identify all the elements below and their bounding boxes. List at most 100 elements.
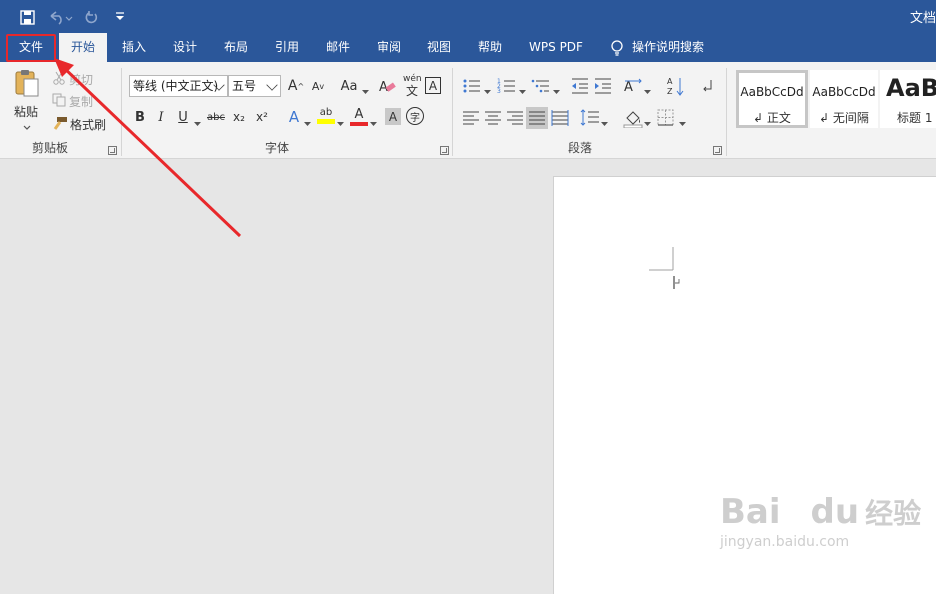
style-sample: AaB xyxy=(886,74,936,102)
paste-icon[interactable] xyxy=(12,68,42,98)
chevron-down-icon[interactable] xyxy=(304,116,311,126)
align-center-icon[interactable] xyxy=(484,110,502,126)
tab-view[interactable]: 视图 xyxy=(418,33,460,62)
chevron-down-icon[interactable] xyxy=(679,116,686,126)
align-right-icon[interactable] xyxy=(506,110,524,126)
paragraph-group-label: 段落 xyxy=(568,141,593,155)
format-painter-label[interactable]: 格式刷 xyxy=(70,116,106,133)
chevron-down-icon[interactable] xyxy=(370,116,377,126)
font-name-value: 等线 (中文正文) xyxy=(133,79,219,93)
customize-icon[interactable] xyxy=(112,7,128,27)
tab-file[interactable]: 文件 xyxy=(8,33,54,62)
title-bar: 文档 xyxy=(0,0,936,33)
grow-font-icon[interactable]: A ^ xyxy=(287,77,305,95)
tab-review[interactable]: 审阅 xyxy=(368,33,410,62)
superscript-button[interactable]: x² xyxy=(253,108,271,126)
style-normal[interactable]: AaBbCcDd ↲ 正文 xyxy=(736,70,808,128)
clipboard-group: 粘贴 剪切 复制 格式刷 剪贴板 xyxy=(0,62,120,159)
chevron-down-icon[interactable] xyxy=(337,116,344,126)
save-icon[interactable] xyxy=(17,7,37,27)
underline-button[interactable]: U xyxy=(176,108,190,126)
chevron-down-icon[interactable] xyxy=(362,84,369,94)
font-group-label: 字体 xyxy=(265,141,290,155)
justify-icon[interactable] xyxy=(526,107,548,129)
sort-icon[interactable]: AZ xyxy=(667,75,685,97)
format-painter-icon[interactable] xyxy=(52,116,68,130)
svg-text:A: A xyxy=(624,80,633,95)
chevron-down-icon[interactable] xyxy=(194,116,201,126)
scissors-icon[interactable] xyxy=(52,71,66,85)
borders-icon[interactable] xyxy=(657,109,674,126)
margin-corner-mark xyxy=(649,247,674,272)
highlight-color-icon[interactable]: ab xyxy=(317,107,335,127)
shading-icon[interactable] xyxy=(623,108,643,129)
baidu-watermark: Bai du 经验 jingyan.baidu.com xyxy=(720,492,921,550)
bold-button[interactable]: B xyxy=(132,108,148,126)
svg-text:Z: Z xyxy=(667,87,673,96)
document-title: 文档 xyxy=(909,11,936,26)
copy-label[interactable]: 复制 xyxy=(69,93,93,110)
distributed-icon[interactable] xyxy=(551,110,569,126)
tab-references[interactable]: 引用 xyxy=(266,33,308,62)
subscript-button[interactable]: x₂ xyxy=(230,108,248,126)
italic-button[interactable]: I xyxy=(154,108,168,126)
font-size-combo[interactable]: 五号 xyxy=(228,75,281,97)
paste-label[interactable]: 粘贴 xyxy=(14,103,38,120)
numbering-icon[interactable]: 123 xyxy=(497,77,517,95)
clipboard-group-label: 剪贴板 xyxy=(32,141,69,155)
paragraph-group: 123 A AZ 段落 xyxy=(453,62,725,159)
watermark-logo: Bai du 经验 xyxy=(720,492,922,532)
decrease-indent-icon[interactable] xyxy=(570,77,590,95)
font-name-combo[interactable]: 等线 (中文正文) xyxy=(129,75,228,97)
tab-wps-pdf[interactable]: WPS PDF xyxy=(521,33,591,62)
shrink-font-icon[interactable]: Av xyxy=(309,77,327,95)
lightbulb-icon xyxy=(609,39,625,57)
svg-text:A: A xyxy=(667,77,673,86)
font-launcher-icon[interactable] xyxy=(440,146,449,155)
chevron-down-icon[interactable] xyxy=(23,121,31,130)
tab-home[interactable]: 开始 xyxy=(59,33,107,62)
ribbon: 粘贴 剪切 复制 格式刷 剪贴板 等线 (中文正文) 五号 A ^ Av Aa … xyxy=(0,62,936,159)
tab-help[interactable]: 帮助 xyxy=(469,33,511,62)
align-left-icon[interactable] xyxy=(462,110,480,126)
clipboard-launcher-icon[interactable] xyxy=(108,146,117,155)
strikethrough-button[interactable]: abc xyxy=(205,108,227,126)
copy-icon[interactable] xyxy=(52,93,66,107)
style-name: ↲ 无间隔 xyxy=(819,111,869,125)
chevron-down-icon[interactable] xyxy=(553,84,560,94)
font-size-value: 五号 xyxy=(232,79,257,93)
redo-icon[interactable] xyxy=(82,7,100,27)
cut-label[interactable]: 剪切 xyxy=(69,71,93,88)
style-sample: AaBbCcDd xyxy=(740,85,804,99)
tab-mailings[interactable]: 邮件 xyxy=(317,33,359,62)
character-shading-icon[interactable]: A xyxy=(385,108,401,125)
bullets-icon[interactable] xyxy=(462,77,482,95)
chevron-down-icon[interactable] xyxy=(601,116,608,126)
chinese-layout-icon[interactable]: A xyxy=(623,77,643,95)
chevron-down-icon[interactable] xyxy=(519,84,526,94)
text-effects-icon[interactable]: A xyxy=(285,107,303,127)
style-no-spacing[interactable]: AaBbCcDd ↲ 无间隔 xyxy=(810,70,878,128)
style-heading-1[interactable]: AaB 标题 1 xyxy=(880,70,936,128)
phonetic-guide-icon[interactable]: wén 文 xyxy=(403,74,422,98)
change-case-icon[interactable]: Aa xyxy=(337,77,361,95)
chevron-down-icon[interactable] xyxy=(484,84,491,94)
increase-indent-icon[interactable] xyxy=(593,77,613,95)
tell-me-search[interactable]: 操作说明搜索 xyxy=(632,33,714,62)
show-marks-icon[interactable] xyxy=(699,77,717,95)
character-border-icon[interactable]: A xyxy=(425,77,441,94)
chevron-down-icon[interactable] xyxy=(644,116,651,126)
line-spacing-icon[interactable] xyxy=(580,108,600,128)
enclose-characters-icon[interactable]: 字 xyxy=(406,107,424,125)
clear-formatting-icon[interactable]: A xyxy=(378,77,396,95)
font-color-icon[interactable]: A xyxy=(350,107,368,127)
multilevel-list-icon[interactable] xyxy=(531,77,551,95)
paragraph-mark-icon xyxy=(673,274,681,290)
tab-insert[interactable]: 插入 xyxy=(113,33,155,62)
undo-icon[interactable] xyxy=(46,7,74,27)
tab-layout[interactable]: 布局 xyxy=(215,33,257,62)
paragraph-launcher-icon[interactable] xyxy=(713,146,722,155)
tab-design[interactable]: 设计 xyxy=(164,33,206,62)
chevron-down-icon[interactable] xyxy=(644,84,651,94)
svg-text:3: 3 xyxy=(497,88,501,95)
